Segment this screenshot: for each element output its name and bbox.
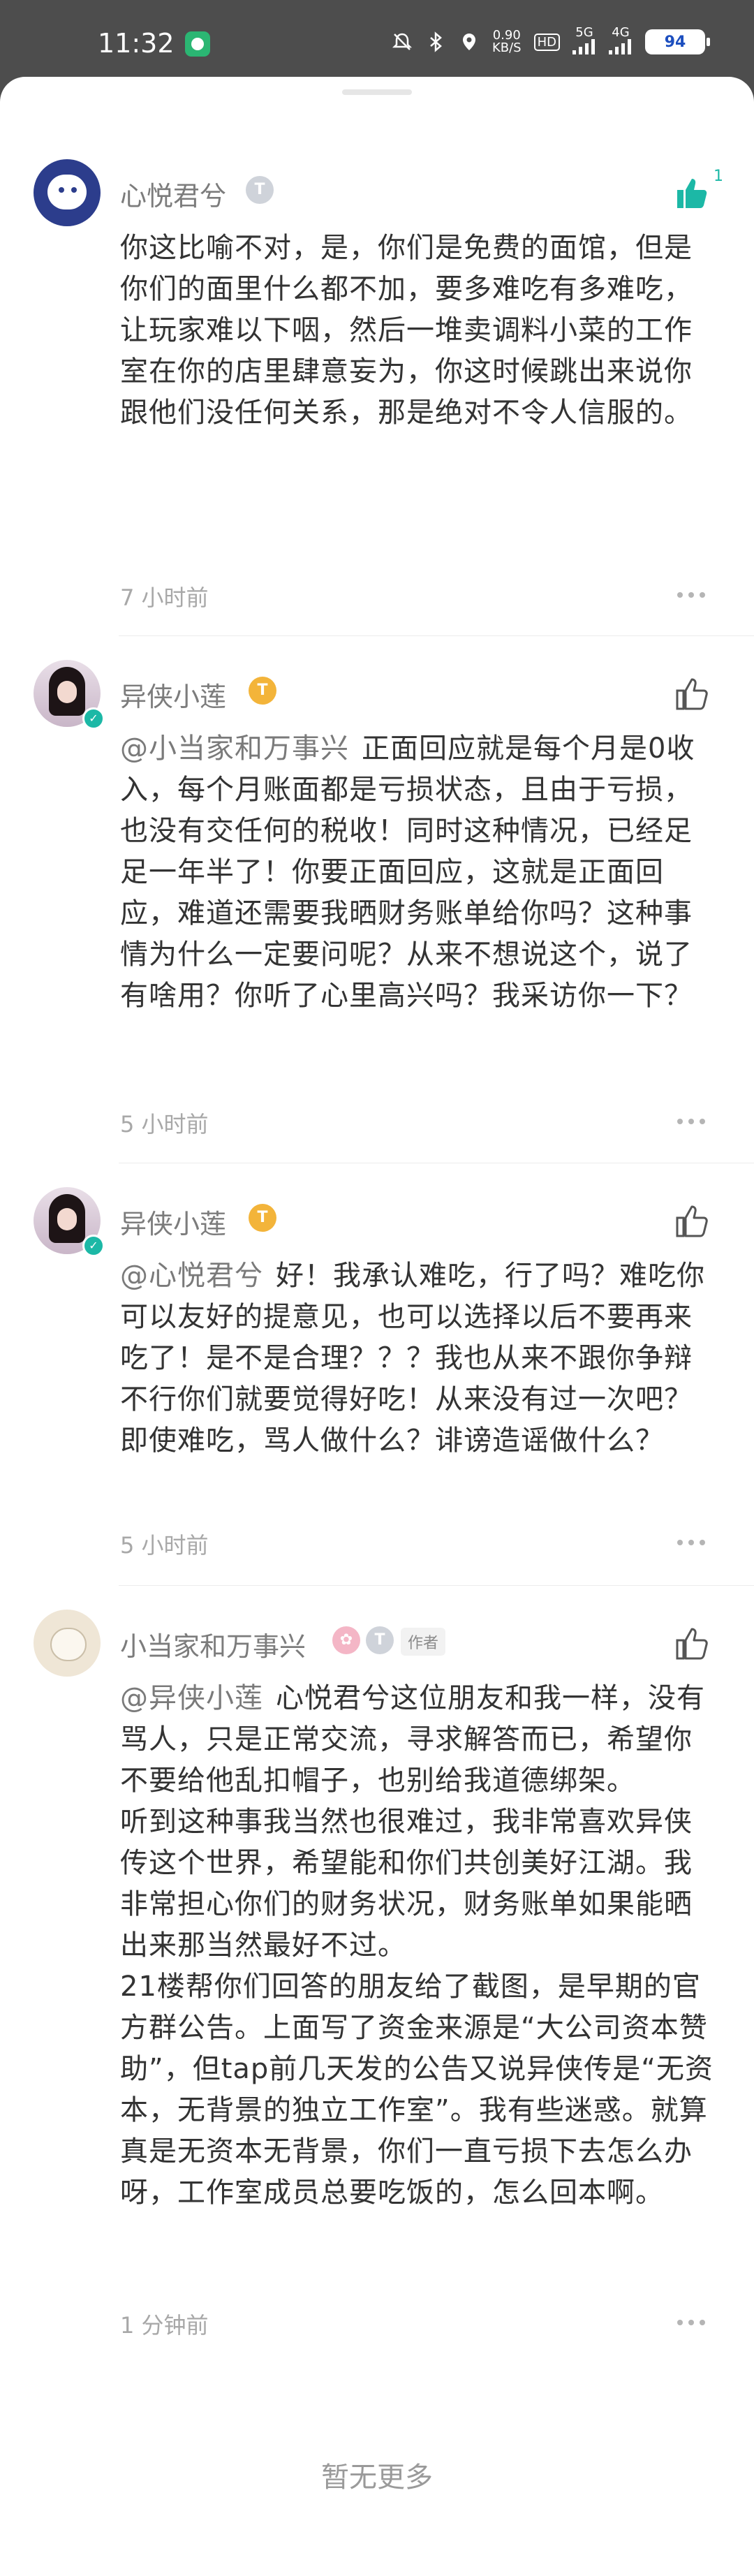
comment-item: ✓ 异侠小莲 T @心悦君兮 好！我承认难吃，行了吗？难吃你可以友好的提意见，也可… [0,1187,754,1606]
like-button[interactable] [673,1202,711,1240]
thumbs-up-filled-icon [677,179,707,208]
more-options-icon[interactable] [677,2318,705,2327]
mention-link[interactable]: @小当家和万事兴 [120,733,349,765]
avatar[interactable] [34,159,101,226]
status-bar: 11:32 0.90 KB/S HD 5G 4G 94 [0,0,754,77]
comments-sheet: 心悦君兮 T 1 你这比喻不对，是，你们是免费的面馆，但是你们的面里什么都不加，… [0,77,754,2576]
comment-author[interactable]: 异侠小莲 [120,1202,226,1241]
comment-time: 5 小时前 [120,1111,209,1138]
comment-item: 小当家和万事兴 ✿ T 作者 @异侠小莲 心悦君兮这位朋友和我一样，没有骂人，只是… [0,1610,754,2392]
avatar[interactable] [34,1610,101,1677]
comment-time: 7 小时前 [120,584,209,611]
level-badge-icon: T [366,1626,394,1654]
like-button[interactable] [673,1625,711,1663]
comment-item: ✓ 异侠小莲 T @小当家和万事兴 正面回应就是每个月是0收入，每个月账面都是亏损… [0,660,754,1163]
verified-icon: ✓ [82,1235,105,1257]
comment-author[interactable]: 小当家和万事兴 [120,1625,306,1663]
comment-time: 1 分钟前 [120,2312,209,2339]
author-tag: 作者 [401,1628,446,1656]
comment-time: 5 小时前 [120,1532,209,1559]
mute-icon [392,31,413,52]
comment-body: @心悦君兮 好！我承认难吃，行了吗？难吃你可以友好的提意见，也可以选择以后不要再来… [120,1260,705,1457]
comment-author[interactable]: 异侠小莲 [120,675,226,714]
comment-item: 心悦君兮 T 1 你这比喻不对，是，你们是免费的面馆，但是你们的面里什么都不加，… [0,159,754,634]
signal-4g: 4G [609,27,633,57]
drag-handle[interactable] [342,89,412,95]
battery-indicator: 94 [645,29,710,54]
comment-body: @小当家和万事兴 正面回应就是每个月是0收入，每个月账面都是亏损状态，且由于亏损，… [120,733,695,1012]
comment-body: @异侠小莲 心悦君兮这位朋友和我一样，没有骂人，只是正常交流，寻求解答而已，希望你… [120,1682,714,2209]
level-badge-icon: T [249,677,276,705]
divider [119,1585,754,1586]
level-badge-icon: T [249,1204,276,1232]
like-button[interactable] [673,675,711,713]
achievement-badge-icon: ✿ [332,1626,360,1654]
no-more-footer: 暂无更多 [321,2461,433,2494]
wechat-notification-icon [185,31,210,57]
comment-author[interactable]: 心悦君兮 [120,175,226,213]
hd-badge: HD [533,33,560,51]
thumbs-up-icon [676,1628,708,1660]
more-options-icon[interactable] [677,1538,705,1547]
mention-link[interactable]: @异侠小莲 [120,1682,263,1714]
like-count: 1 [714,168,723,185]
verified-icon: ✓ [82,707,105,730]
like-button[interactable] [673,175,711,212]
level-badge-icon: T [246,176,274,204]
mention-link[interactable]: @心悦君兮 [120,1260,263,1292]
divider [119,635,754,636]
bluetooth-icon [425,31,446,52]
thumbs-up-icon [676,1205,708,1237]
network-speed: 0.90 KB/S [491,28,522,55]
status-time: 11:32 [98,28,175,59]
comment-body: 你这比喻不对，是，你们是免费的面馆，但是你们的面里什么都不加，要多难吃有多难吃，… [120,232,693,429]
thumbs-up-icon [676,678,708,710]
more-options-icon[interactable] [677,1117,705,1126]
more-options-icon[interactable] [677,591,705,599]
location-icon [459,31,480,52]
signal-5g: 5G [572,27,596,57]
